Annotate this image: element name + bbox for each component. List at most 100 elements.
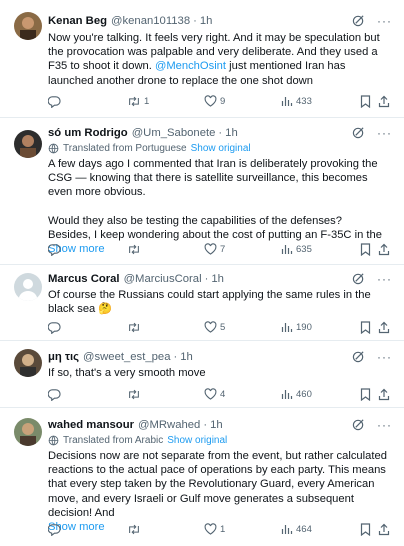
retweet-button[interactable] xyxy=(127,321,144,334)
more-icon[interactable]: ··· xyxy=(377,419,392,431)
share-icon xyxy=(378,321,390,333)
like-button[interactable]: 5 xyxy=(204,321,225,333)
mention-link[interactable]: @MenchOsint xyxy=(155,60,226,72)
author-handle[interactable]: @kenan101138 xyxy=(111,14,190,28)
share-button[interactable] xyxy=(378,321,390,334)
bookmark-button[interactable] xyxy=(360,320,371,334)
share-button[interactable] xyxy=(378,523,390,536)
timestamp[interactable]: 1h xyxy=(200,14,213,28)
bookmark-button[interactable] xyxy=(360,94,371,108)
views-icon xyxy=(281,390,293,399)
avatar[interactable] xyxy=(14,418,42,446)
tweet[interactable]: μη τις @sweet_est_pea · 1h ··· If so, th… xyxy=(0,341,404,408)
share-icon xyxy=(378,95,390,107)
author-handle[interactable]: @MarciusCoral xyxy=(124,272,202,286)
reply-button[interactable] xyxy=(48,243,64,256)
views-button[interactable]: 433 xyxy=(281,95,312,107)
views-button[interactable]: 460 xyxy=(281,388,312,400)
bookmark-button[interactable] xyxy=(360,522,371,536)
retweet-button[interactable] xyxy=(127,523,144,536)
author-handle[interactable]: @sweet_est_pea xyxy=(83,350,170,364)
author-name[interactable]: μη τις xyxy=(48,350,79,364)
avatar[interactable] xyxy=(14,273,42,301)
reply-button[interactable] xyxy=(48,523,64,536)
tweet-content: Kenan Beg @kenan101138 · 1h ··· Now you'… xyxy=(48,14,392,88)
author-name[interactable]: Kenan Beg xyxy=(48,14,107,28)
grok-icon[interactable] xyxy=(352,350,365,363)
reply-icon xyxy=(48,243,61,256)
views-button[interactable]: 635 xyxy=(281,243,312,255)
views-button[interactable]: 464 xyxy=(281,523,312,535)
author-name[interactable]: só um Rodrigo xyxy=(48,126,128,140)
reply-button[interactable] xyxy=(48,321,64,334)
avatar[interactable] xyxy=(14,130,42,158)
bookmark-icon xyxy=(360,242,371,256)
grok-icon[interactable] xyxy=(352,272,365,285)
retweet-button[interactable] xyxy=(127,243,144,256)
like-count: 9 xyxy=(220,95,226,107)
views-count: 190 xyxy=(296,321,312,333)
author-handle[interactable]: @Um_Sabonete xyxy=(132,126,216,140)
share-button[interactable] xyxy=(378,388,390,401)
tweet-text: If so, that's a very smooth move xyxy=(48,367,206,379)
avatar[interactable] xyxy=(14,12,42,40)
views-icon xyxy=(281,525,293,534)
author-name[interactable]: Marcus Coral xyxy=(48,272,120,286)
author-handle[interactable]: @MRwahed xyxy=(138,418,200,432)
like-icon xyxy=(204,321,217,333)
grok-icon[interactable] xyxy=(352,418,365,431)
like-button[interactable]: 1 xyxy=(204,523,225,535)
show-original-link[interactable]: Show original xyxy=(167,434,227,447)
tweet-actions: 1 464 xyxy=(48,521,392,537)
views-count: 635 xyxy=(296,243,312,255)
bookmark-icon xyxy=(360,387,371,401)
like-count: 5 xyxy=(220,321,226,333)
grok-icon[interactable] xyxy=(352,126,365,139)
share-button[interactable] xyxy=(378,243,390,256)
tweet-content: wahed mansour @MRwahed · 1h ··· Translat… xyxy=(48,418,392,534)
translated-label: Translated from Portuguese xyxy=(63,143,187,154)
views-icon xyxy=(281,245,293,254)
avatar[interactable] xyxy=(14,349,42,377)
more-icon[interactable]: ··· xyxy=(377,273,392,285)
show-original-link[interactable]: Show original xyxy=(191,142,251,155)
timestamp[interactable]: 1h xyxy=(210,418,223,432)
share-button[interactable] xyxy=(378,95,390,108)
tweet-header: só um Rodrigo @Um_Sabonete · 1h ··· xyxy=(48,126,392,140)
like-button[interactable]: 7 xyxy=(204,243,225,255)
views-icon xyxy=(281,323,293,332)
retweet-icon xyxy=(129,244,139,254)
retweet-button[interactable] xyxy=(127,388,144,401)
views-button[interactable]: 190 xyxy=(281,321,312,333)
grok-icon[interactable] xyxy=(352,14,365,27)
like-button[interactable]: 9 xyxy=(204,95,225,107)
separator-dot: · xyxy=(173,351,178,363)
like-count: 7 xyxy=(220,243,226,255)
timestamp[interactable]: 1h xyxy=(211,272,224,286)
tweet[interactable]: Kenan Beg @kenan101138 · 1h ··· Now you'… xyxy=(0,0,404,118)
bookmark-button[interactable] xyxy=(360,387,371,401)
retweet-button[interactable]: 1 xyxy=(127,95,149,108)
tweet[interactable]: wahed mansour @MRwahed · 1h ··· Translat… xyxy=(0,408,404,546)
bookmark-icon xyxy=(360,94,371,108)
share-icon xyxy=(378,243,390,255)
globe-icon xyxy=(48,143,59,154)
like-icon xyxy=(204,388,217,400)
timestamp[interactable]: 1h xyxy=(225,126,238,140)
more-icon[interactable]: ··· xyxy=(377,127,392,139)
tweet-actions: 1 9 433 xyxy=(48,93,392,109)
more-icon[interactable]: ··· xyxy=(377,15,392,27)
like-button[interactable]: 4 xyxy=(204,388,225,400)
timestamp[interactable]: 1h xyxy=(180,350,193,364)
like-icon xyxy=(204,243,217,255)
bookmark-button[interactable] xyxy=(360,242,371,256)
tweet[interactable]: Marcus Coral @MarciusCoral · 1h ··· Of c… xyxy=(0,265,404,341)
tweet-text: Decisions now are not separate from the … xyxy=(48,450,391,519)
tweet-content: Marcus Coral @MarciusCoral · 1h ··· Of c… xyxy=(48,272,392,316)
tweet[interactable]: só um Rodrigo @Um_Sabonete · 1h ··· Tran… xyxy=(0,118,404,265)
author-name[interactable]: wahed mansour xyxy=(48,418,134,432)
more-icon[interactable]: ··· xyxy=(377,351,392,363)
share-icon xyxy=(378,388,390,400)
reply-button[interactable] xyxy=(48,388,64,401)
reply-button[interactable] xyxy=(48,95,64,108)
